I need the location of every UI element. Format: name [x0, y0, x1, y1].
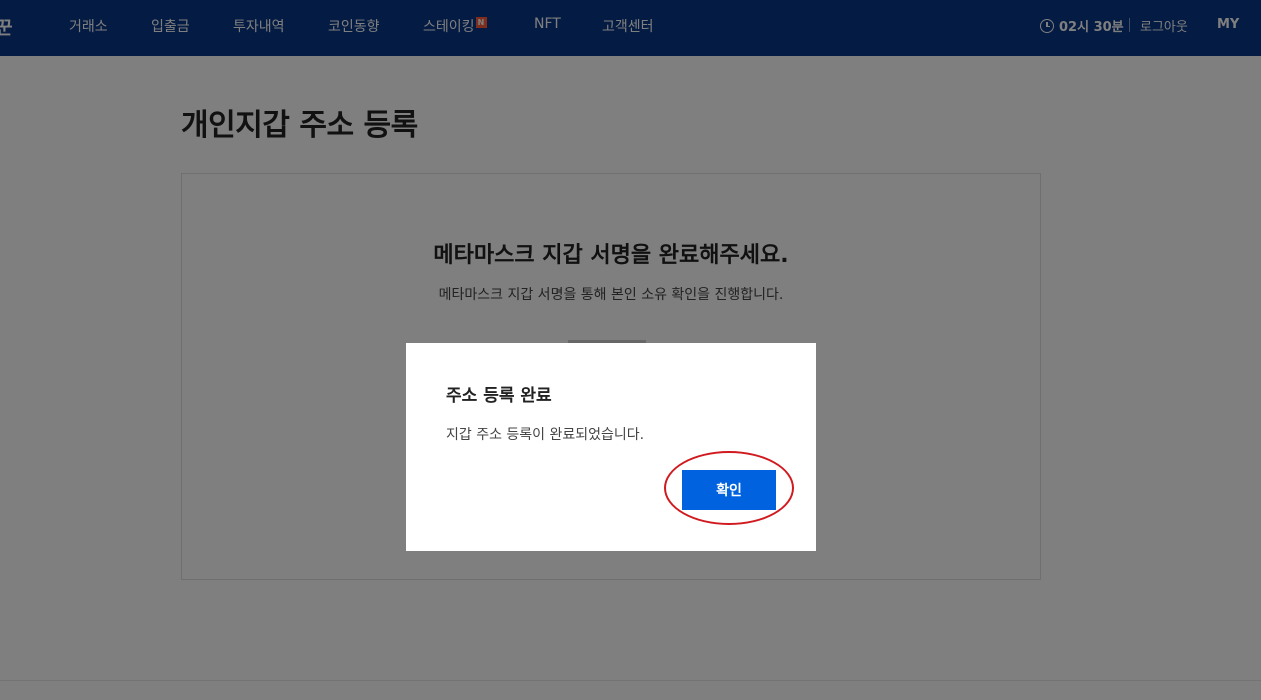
confirm-button[interactable]: 확인 [682, 470, 776, 510]
dialog-message: 지갑 주소 등록이 완료되었습니다. [446, 427, 645, 443]
registration-complete-dialog: 주소 등록 완료 지갑 주소 등록이 완료되었습니다. 확인 [406, 343, 816, 551]
dialog-title: 주소 등록 완료 [446, 386, 552, 406]
